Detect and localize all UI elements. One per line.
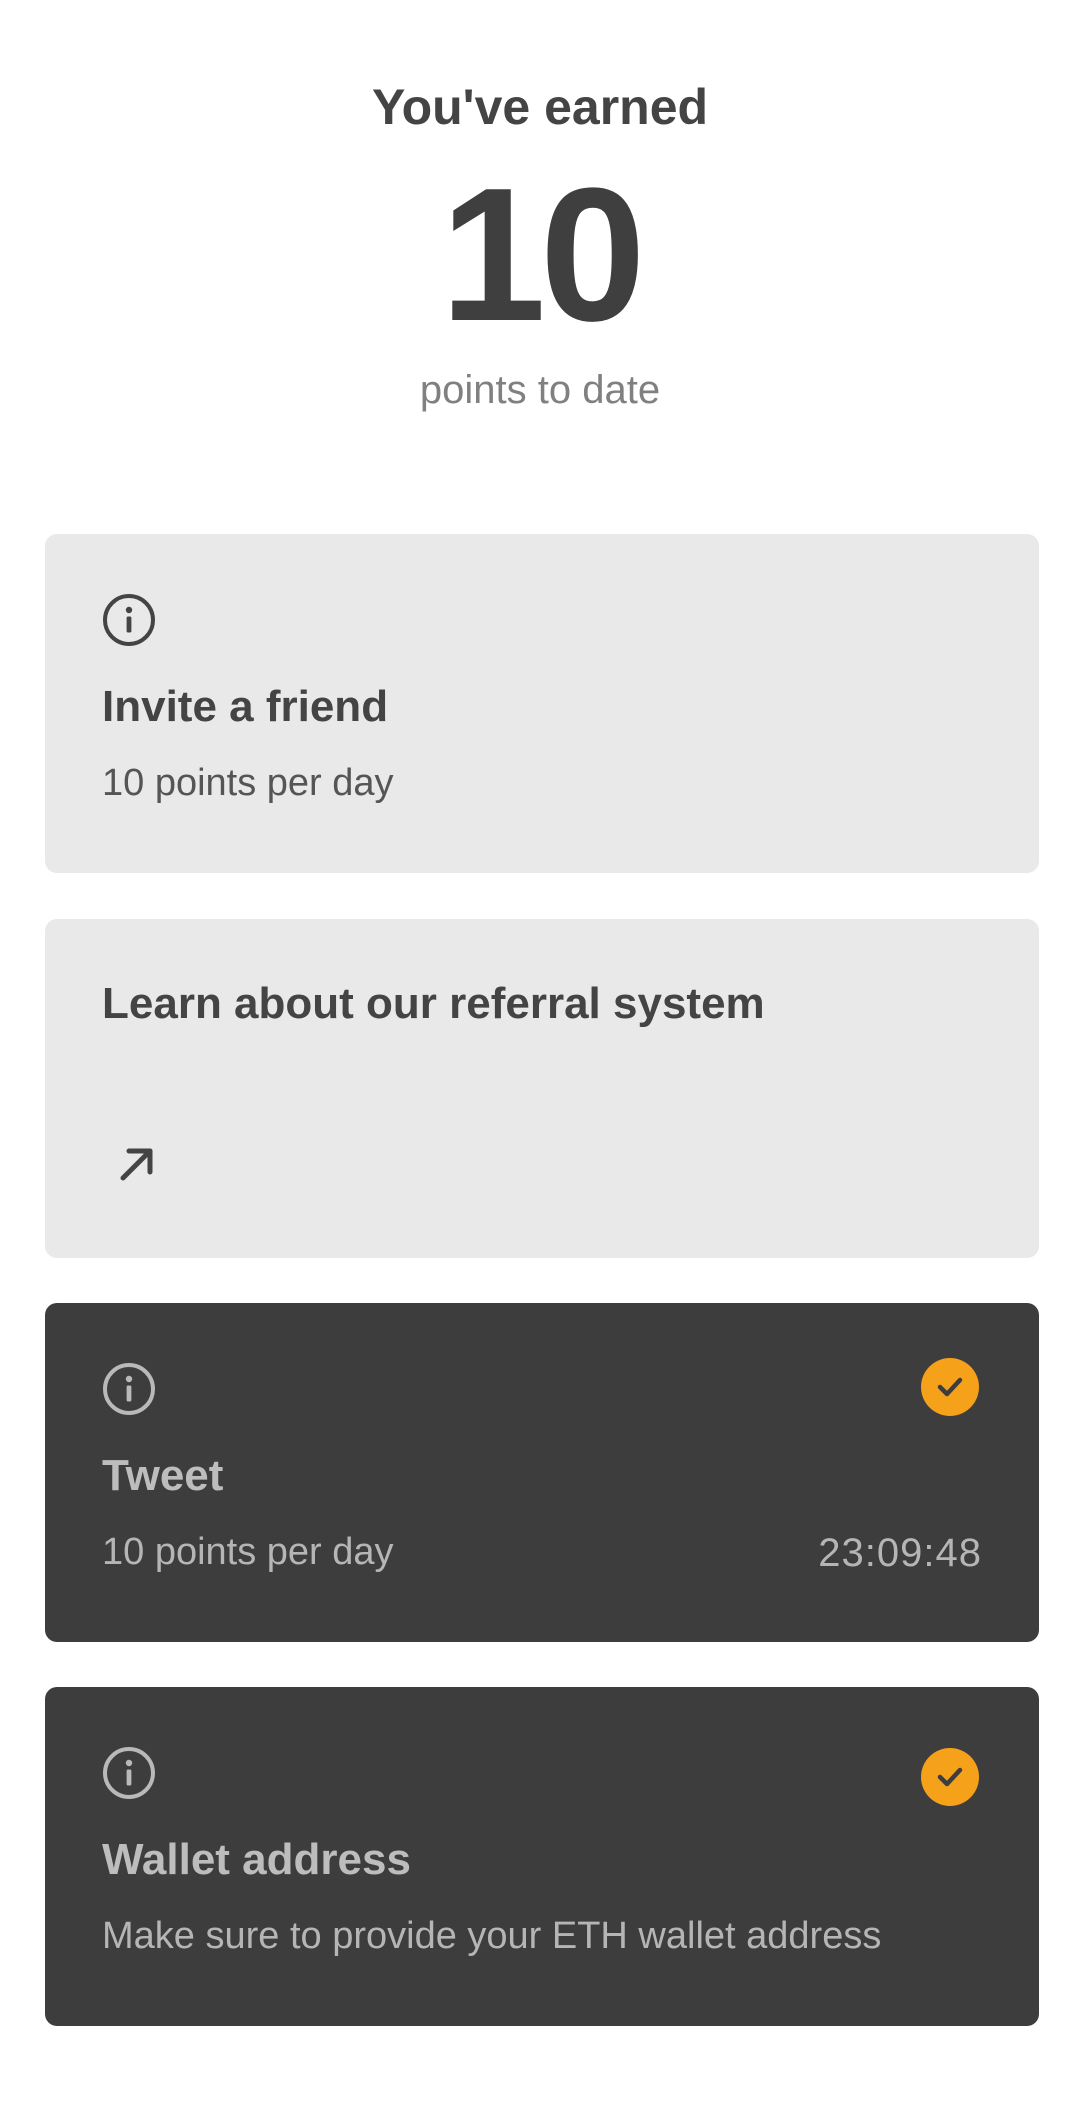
card-title: Invite a friend bbox=[102, 682, 389, 731]
card-subtitle: 10 points per day bbox=[102, 762, 394, 804]
info-icon[interactable] bbox=[102, 1746, 156, 1800]
wallet-address-card[interactable]: Wallet address Make sure to provide your… bbox=[45, 1687, 1039, 2026]
tweet-card[interactable]: Tweet 10 points per day 23:09:48 bbox=[45, 1303, 1039, 1642]
page-title: You've earned bbox=[371, 79, 709, 135]
countdown-timer: 23:09:48 bbox=[818, 1531, 982, 1575]
card-subtitle: Make sure to provide your ETH wallet add… bbox=[102, 1915, 882, 1957]
info-icon[interactable] bbox=[102, 593, 156, 647]
points-caption: points to date bbox=[419, 368, 661, 412]
check-circle-icon bbox=[921, 1358, 979, 1416]
card-subtitle: 10 points per day bbox=[102, 1531, 394, 1573]
referral-system-card[interactable]: Learn about our referral system bbox=[45, 919, 1039, 1258]
card-title: Tweet bbox=[102, 1451, 224, 1500]
arrow-up-right-icon[interactable] bbox=[102, 1129, 172, 1199]
info-icon[interactable] bbox=[102, 1362, 156, 1416]
points-value: 10 bbox=[440, 149, 645, 361]
invite-friend-card[interactable]: Invite a friend 10 points per day bbox=[45, 534, 1039, 873]
check-circle-icon bbox=[921, 1748, 979, 1806]
card-title: Learn about our referral system bbox=[102, 979, 765, 1028]
card-title: Wallet address bbox=[102, 1835, 411, 1884]
